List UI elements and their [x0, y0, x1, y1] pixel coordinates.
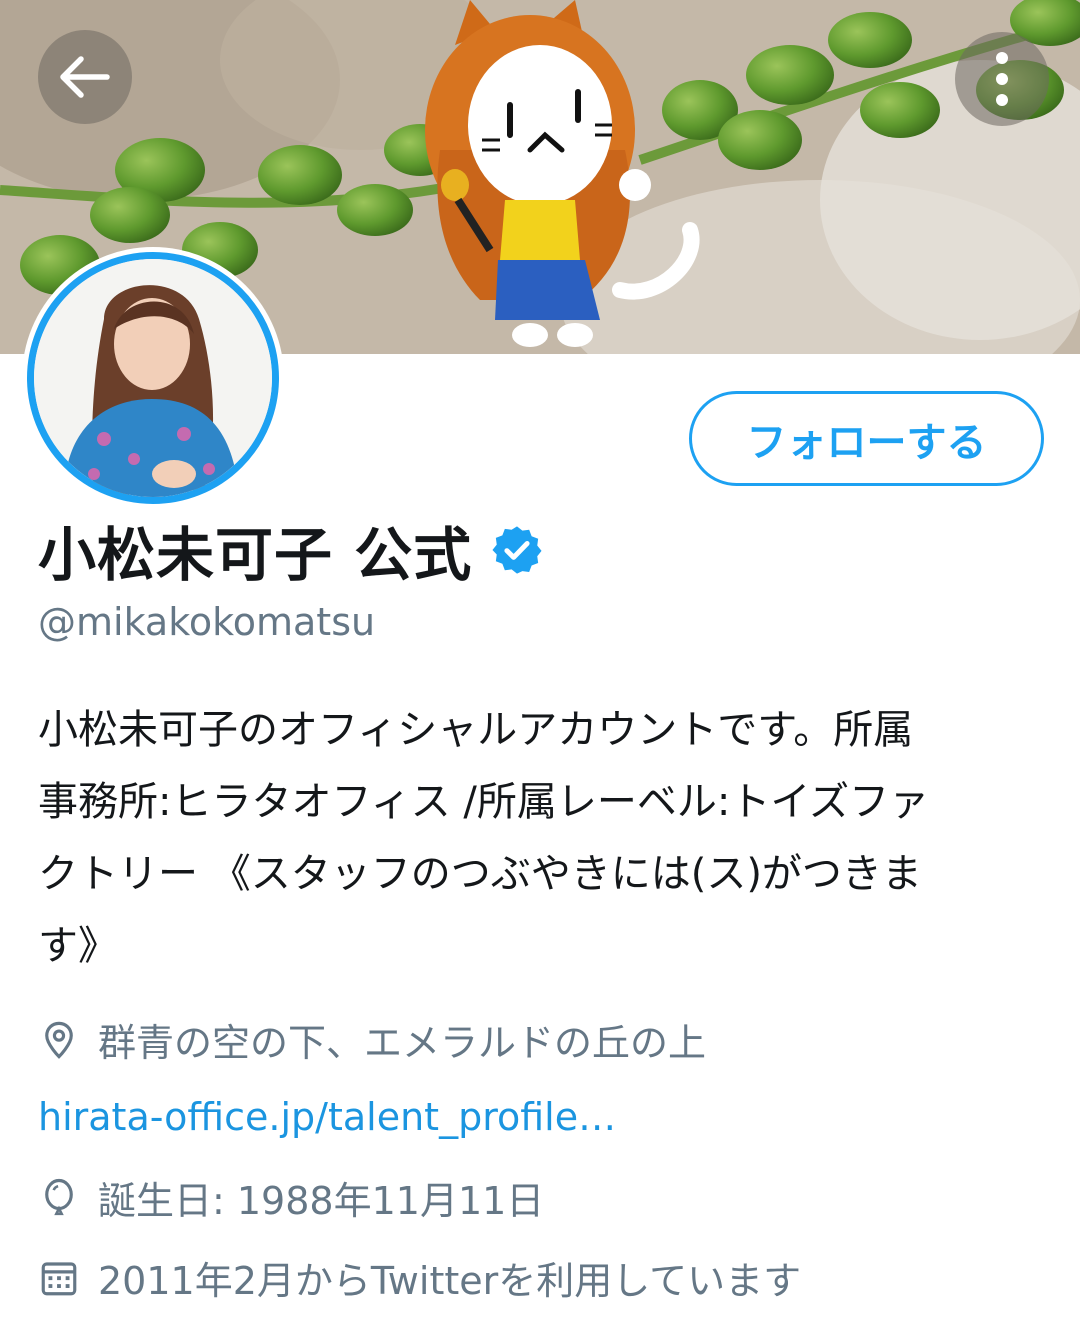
website-link[interactable]: hirata-office.jp/talent_profile… [38, 1095, 616, 1139]
birthday-row: 誕生日: 1988年11月11日 [38, 1170, 544, 1225]
bio-line: クトリー 《スタッフのつぶやきには(ス)がつきま [38, 851, 922, 897]
profile-bio: 小松未可子のオフィシャルアカウントです。所属 事務所:ヒラタオフィス /所属レー… [38, 694, 1038, 982]
avatar[interactable] [27, 252, 279, 504]
back-button[interactable] [38, 30, 132, 124]
joined-row: 2011年2月からTwitterを利用しています [38, 1250, 801, 1305]
bio-line: 小松未可子のオフィシャルアカウントです。所属 [38, 707, 914, 753]
follow-button[interactable]: フォローする [689, 391, 1044, 486]
location-pin-icon [45, 1021, 73, 1059]
bio-line: 事務所:ヒラタオフィス /所属レーベル:トイズファ [38, 779, 930, 825]
vertical-dots-icon [996, 52, 1008, 106]
avatar-photo [34, 259, 272, 497]
arrow-left-icon [60, 56, 110, 98]
display-name: 小松未可子 公式 [38, 521, 473, 589]
user-handle: @mikakokomatsu [38, 600, 376, 644]
location-row: 群青の空の下、エメラルドの丘の上 [38, 1012, 706, 1067]
bio-line: す》 [38, 923, 118, 969]
birthday-text: 誕生日: 1988年11月11日 [98, 1179, 545, 1223]
location-text: 群青の空の下、エメラルドの丘の上 [98, 1021, 707, 1065]
calendar-icon [41, 1261, 77, 1295]
more-options-button[interactable] [955, 32, 1049, 126]
name-row: 小松未可子 公式 [38, 508, 544, 592]
joined-text: 2011年2月からTwitterを利用しています [98, 1259, 802, 1303]
balloon-icon [45, 1178, 73, 1215]
verified-badge-icon [492, 526, 542, 574]
